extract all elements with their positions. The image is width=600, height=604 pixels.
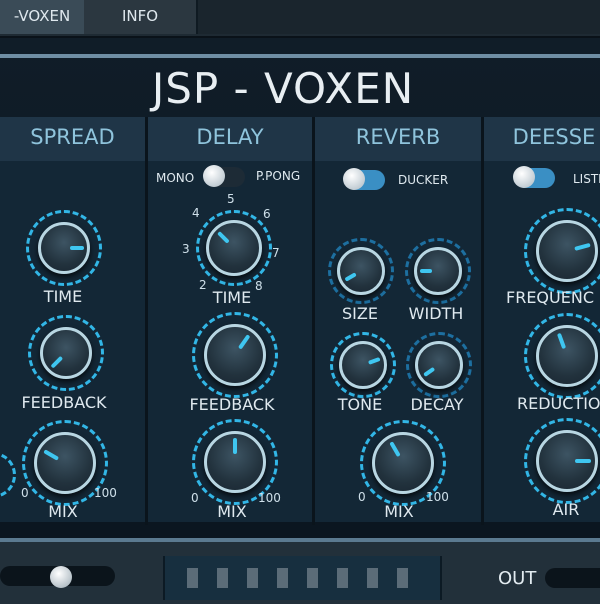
deesser-air-knob[interactable] bbox=[536, 430, 598, 492]
meter-segment bbox=[337, 568, 348, 588]
delay-feedback-knob[interactable] bbox=[204, 324, 266, 386]
section-divider bbox=[145, 117, 148, 525]
reverb-tone-knob[interactable] bbox=[339, 341, 387, 389]
delay-mix-knob[interactable] bbox=[204, 431, 266, 493]
deesser-reduction-label: REDUCTIO bbox=[517, 394, 600, 413]
meter-segment bbox=[187, 568, 198, 588]
spread-mix-label: MIX bbox=[48, 502, 78, 521]
delay-time-tick: 4 bbox=[192, 206, 200, 220]
delay-time-tick: 7 bbox=[272, 246, 280, 260]
spread-header: SPREAD bbox=[0, 117, 145, 161]
reverb-ducker-toggle[interactable] bbox=[343, 168, 385, 190]
delay-mode-toggle[interactable] bbox=[203, 165, 245, 187]
delay-ppong-label: P.PONG bbox=[256, 169, 301, 183]
delay-mix-label: MIX bbox=[217, 502, 247, 521]
spread-mix-knob[interactable] bbox=[34, 432, 96, 494]
spread-feedback-knob[interactable] bbox=[40, 327, 92, 379]
delay-time-label: TIME bbox=[212, 288, 252, 307]
output-slider-track[interactable] bbox=[545, 568, 600, 588]
spread-feedback-label: FEEDBACK bbox=[21, 393, 107, 412]
delay-header: DELAY bbox=[148, 117, 312, 161]
meter-segment bbox=[397, 568, 408, 588]
spread-time-knob[interactable] bbox=[38, 222, 90, 274]
delay-time-tick: 5 bbox=[227, 192, 235, 206]
input-slider-thumb[interactable] bbox=[50, 566, 72, 588]
deesser-air-label: AIR bbox=[552, 500, 580, 519]
top-divider bbox=[0, 54, 600, 58]
deesser-header: DEESSE bbox=[484, 117, 600, 161]
deesser-frequency-label: FREQUENC bbox=[506, 288, 594, 307]
delay-time-knob[interactable] bbox=[206, 220, 262, 276]
level-meter bbox=[163, 556, 442, 600]
delay-feedback-label: FEEDBACK bbox=[189, 395, 275, 414]
reverb-decay-knob[interactable] bbox=[415, 341, 463, 389]
spread-time-label: TIME bbox=[43, 287, 83, 306]
reverb-width-label: WIDTH bbox=[408, 304, 464, 323]
tab-bar: -VOXEN INFO bbox=[0, 0, 600, 38]
meter-segment bbox=[367, 568, 378, 588]
meter-segment bbox=[217, 568, 228, 588]
reverb-size-knob[interactable] bbox=[337, 247, 385, 295]
tab-voxen[interactable]: -VOXEN bbox=[0, 0, 86, 34]
reverb-width-knob[interactable] bbox=[414, 247, 462, 295]
spread-mix-max: 100 bbox=[94, 486, 117, 500]
deesser-frequency-knob[interactable] bbox=[536, 220, 598, 282]
deesser-listen-label: LISTE bbox=[573, 172, 600, 186]
tab-info[interactable]: INFO bbox=[84, 0, 198, 34]
reverb-header: REVERB bbox=[315, 117, 481, 161]
delay-time-tick: 6 bbox=[263, 207, 271, 221]
meter-segment bbox=[307, 568, 318, 588]
meter-segment bbox=[247, 568, 258, 588]
reverb-decay-label: DECAY bbox=[410, 395, 464, 414]
delay-time-tick: 3 bbox=[182, 242, 190, 256]
spread-mix-min: 0 bbox=[21, 486, 29, 500]
tab-bar-empty bbox=[198, 0, 600, 34]
output-label: OUT bbox=[498, 568, 537, 589]
plugin-title: JSP - VOXEN bbox=[151, 64, 415, 113]
deesser-reduction-knob[interactable] bbox=[536, 325, 598, 387]
reverb-ducker-label: DUCKER bbox=[398, 173, 449, 187]
reverb-mix-label: MIX bbox=[384, 502, 414, 521]
meter-segment bbox=[277, 568, 288, 588]
deesser-listen-toggle[interactable] bbox=[513, 166, 555, 188]
reverb-mix-knob[interactable] bbox=[372, 432, 434, 494]
delay-mono-label: MONO bbox=[156, 171, 195, 185]
